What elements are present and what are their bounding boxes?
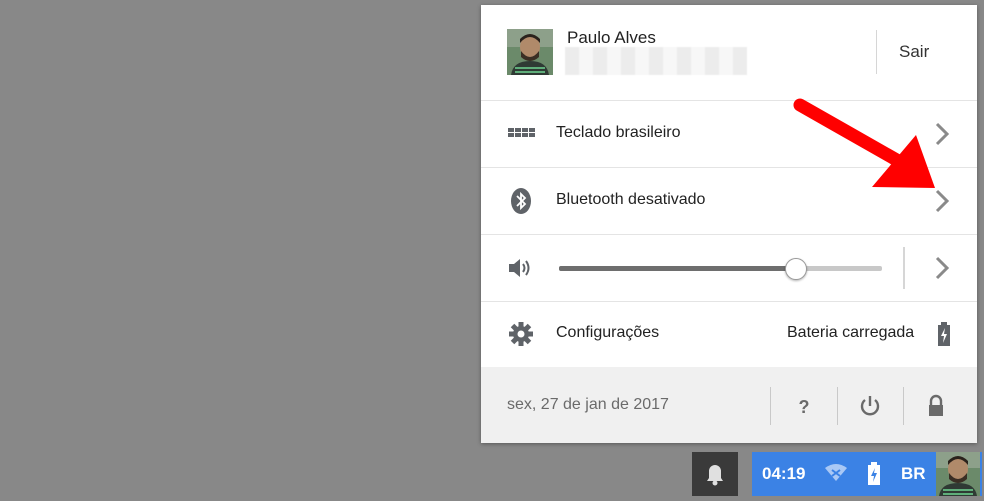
lock-icon[interactable]: [921, 391, 951, 421]
volume-slider-thumb[interactable]: [784, 258, 807, 280]
signout-button[interactable]: Sair: [899, 42, 929, 62]
svg-text:?: ?: [799, 397, 810, 417]
bell-icon: [707, 465, 723, 486]
bluetooth-icon: [507, 188, 537, 214]
date-label: sex, 27 de jan de 2017: [507, 396, 669, 413]
speaker-icon[interactable]: [507, 255, 537, 281]
user-name: Paulo Alves: [567, 28, 656, 47]
divider: [903, 387, 904, 425]
divider: [837, 387, 838, 425]
divider: [903, 247, 905, 289]
volume-slider-fill: [559, 266, 795, 271]
keyboard-label: Teclado brasileiro: [556, 124, 681, 141]
battery-status-label: Bateria carregada: [787, 324, 915, 341]
power-icon[interactable]: [855, 391, 885, 421]
wifi-icon: [825, 464, 847, 481]
status-tray[interactable]: 04:19 BR: [752, 452, 982, 496]
system-tray-panel: Paulo Alves Sair Teclado brasileiro Blue…: [481, 5, 977, 443]
settings-label: Configurações: [556, 324, 660, 341]
keyboard-icon: [507, 121, 537, 147]
bluetooth-label: Bluetooth desativado: [556, 191, 706, 208]
user-card: Paulo Alves Sair: [481, 5, 977, 101]
user-email-redacted: [565, 47, 747, 75]
battery-charging-icon: [868, 462, 880, 485]
divider: [876, 30, 877, 74]
notifications-button[interactable]: [692, 452, 738, 496]
user-avatar: [936, 452, 980, 496]
battery-charging-icon: [937, 321, 951, 347]
settings-row[interactable]: Configurações Bateria carregada: [481, 301, 977, 367]
red-arrow-annotation: [793, 98, 935, 188]
help-icon[interactable]: ?: [789, 391, 819, 421]
user-avatar: [507, 29, 553, 75]
gear-icon: [507, 321, 537, 347]
volume-row: [481, 235, 977, 302]
tray-footer: sex, 27 de jan de 2017 ?: [481, 367, 977, 443]
volume-slider[interactable]: [559, 258, 882, 280]
clock: 04:19: [762, 464, 806, 483]
chevron-right-icon[interactable]: [932, 252, 954, 284]
divider: [770, 387, 771, 425]
keyboard-layout-indicator: BR: [901, 464, 926, 483]
